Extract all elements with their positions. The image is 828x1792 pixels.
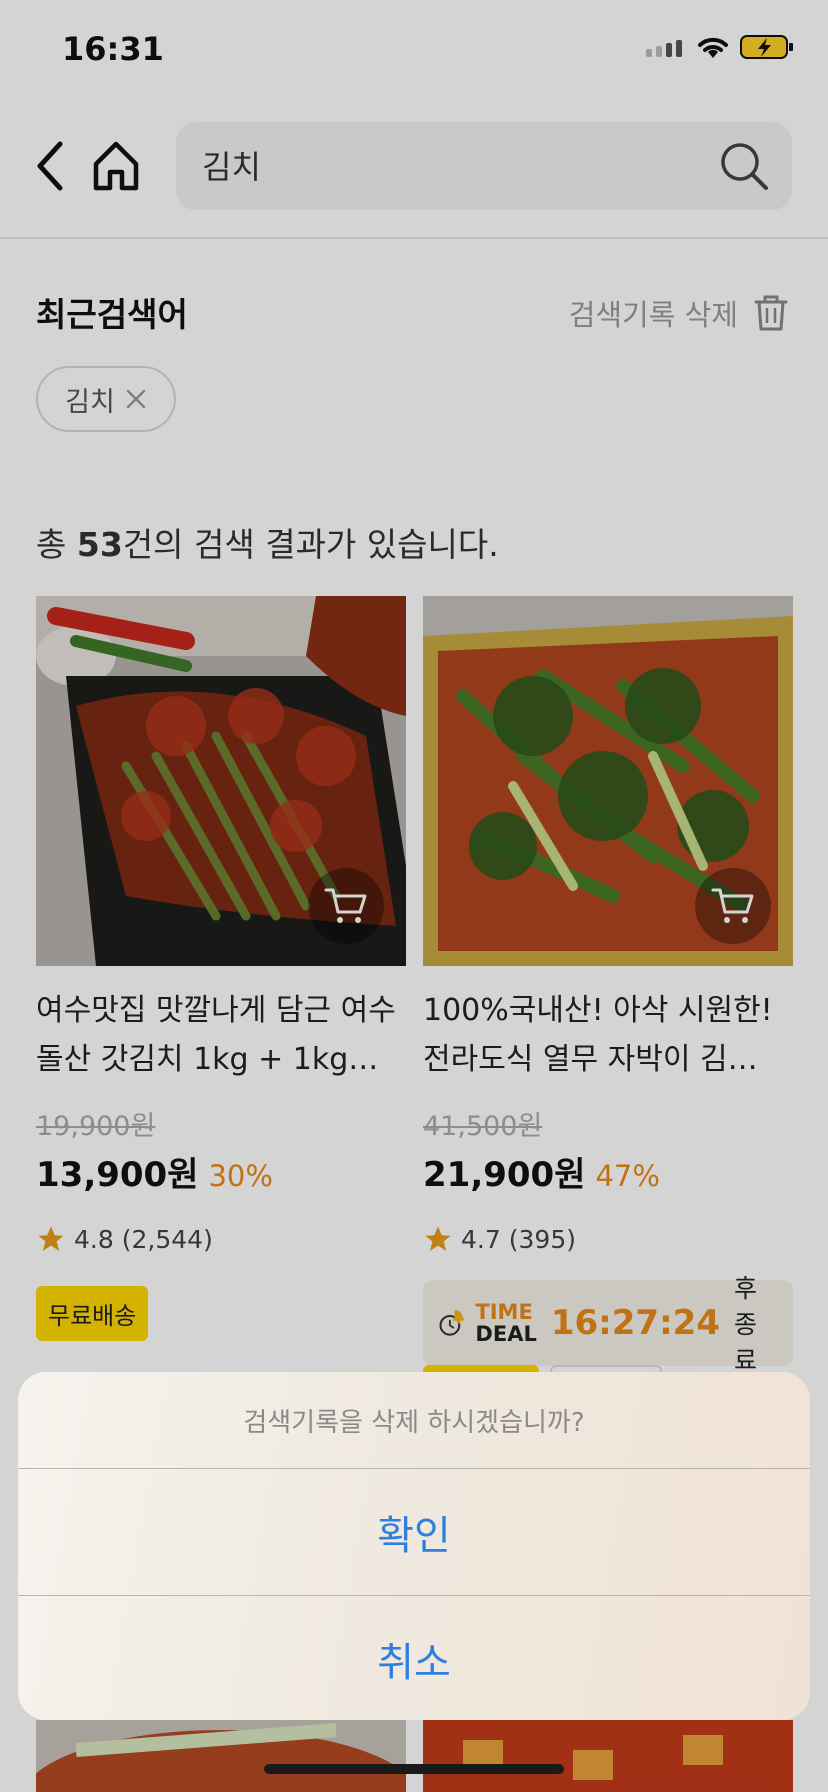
dialog-message: 검색기록을 삭제 하시겠습니까? [243,1407,585,1438]
delete-history-dialog: 검색기록을 삭제 하시겠습니까? 확인 취소 [18,1372,810,1720]
home-indicator [264,1764,564,1774]
cancel-button[interactable]: 취소 [18,1596,810,1720]
confirm-button[interactable]: 확인 [18,1469,810,1595]
